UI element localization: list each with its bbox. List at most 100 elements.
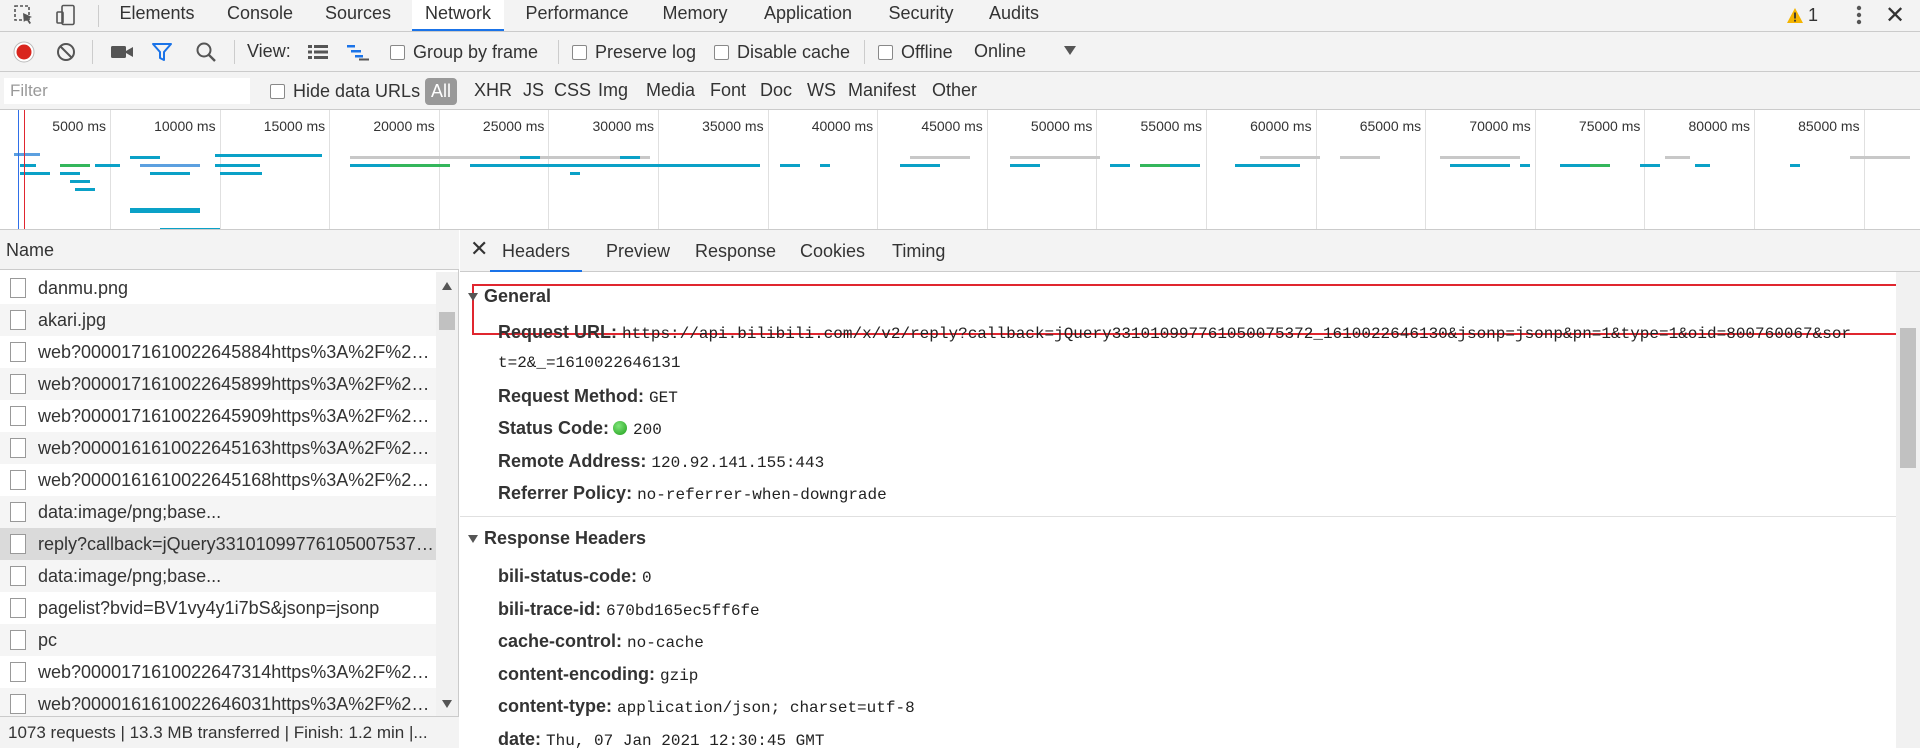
request-row[interactable]: web?0000171610022645899https%3A%2F%2Fww.… (0, 368, 436, 400)
tab-audits[interactable]: Audits (976, 0, 1052, 31)
request-row[interactable]: data:image/png;base... (0, 496, 436, 528)
filter-type-img[interactable]: Img (598, 80, 628, 101)
record-icon[interactable] (10, 38, 38, 66)
inspect-element-icon[interactable] (10, 0, 38, 30)
waterfall-segment (520, 156, 540, 159)
filter-type-ws[interactable]: WS (807, 80, 836, 101)
filter-type-all[interactable]: All (425, 78, 457, 105)
offline-checkbox[interactable]: Offline (878, 42, 953, 63)
chevron-down-icon[interactable] (1064, 46, 1076, 55)
request-row[interactable]: web?0000171610022647314https%3A%2F%2Fww.… (0, 656, 436, 688)
scroll-up-icon[interactable] (442, 282, 452, 290)
group-by-frame-checkbox[interactable]: Group by frame (390, 42, 538, 63)
request-row[interactable]: danmu.png (0, 272, 436, 304)
name-column-header[interactable]: Name (0, 230, 459, 270)
request-row[interactable]: reply?callback=jQuery3310109977610500753… (0, 528, 436, 560)
filter-type-manifest[interactable]: Manifest (848, 80, 916, 101)
filter-type-other[interactable]: Other (932, 80, 977, 101)
waterfall-segment (95, 164, 120, 167)
response-headers-section-header[interactable]: Response Headers (468, 528, 646, 549)
device-toolbar-icon[interactable] (52, 0, 80, 30)
response-header-row: cache-control: no-cache (498, 631, 704, 652)
request-row[interactable]: web?0000161610022645168https%3A%2F%2Fww.… (0, 464, 436, 496)
general-section-header[interactable]: General (468, 286, 551, 307)
request-url-key: Request URL: (498, 322, 618, 342)
network-overview-timeline[interactable]: 5000 ms 10000 ms 15000 ms 20000 ms 25000 ms 3… (0, 110, 1920, 230)
waterfall-segment (1260, 156, 1320, 159)
filter-icon[interactable] (148, 38, 176, 66)
tab-elements[interactable]: Elements (108, 0, 206, 31)
large-request-rows-icon[interactable] (304, 38, 332, 66)
tab-response[interactable]: Response (695, 241, 776, 262)
filter-type-css[interactable]: CSS (554, 80, 591, 101)
time-tick-label: 45000 ms (921, 118, 983, 134)
warnings-counter[interactable]: 1 (1786, 3, 1818, 27)
request-list-scrollbar[interactable] (436, 272, 458, 716)
request-row[interactable]: pc (0, 624, 436, 656)
group-by-frame-label: Group by frame (413, 42, 539, 62)
filter-type-xhr[interactable]: XHR (474, 80, 512, 101)
tab-application[interactable]: Application (750, 0, 866, 31)
expand-triangle-icon (468, 292, 478, 301)
tab-timing[interactable]: Timing (892, 241, 945, 262)
waterfall-segment (1695, 164, 1705, 167)
request-row[interactable]: data:image/png;base... (0, 560, 436, 592)
filter-type-media[interactable]: Media (646, 80, 695, 101)
tab-headers[interactable]: Headers (490, 241, 583, 272)
request-row[interactable]: web?0000161610022646031https%3A%2F%2Fww.… (0, 688, 436, 716)
tab-security[interactable]: Security (876, 0, 966, 31)
clear-icon[interactable] (52, 38, 80, 66)
waterfall-segment (215, 154, 322, 157)
request-name: akari.jpg (38, 309, 107, 330)
preserve-log-label: Preserve log (595, 42, 697, 62)
close-details-icon[interactable]: ✕ (470, 236, 488, 262)
filter-type-font[interactable]: Font (710, 80, 746, 101)
grid-line (1315, 110, 1317, 229)
request-url-row: Request URL: https://api.bilibili.com/x/… (498, 322, 1851, 343)
details-scrollbar[interactable] (1896, 272, 1920, 748)
file-icon (10, 566, 26, 586)
view-label: View: (247, 41, 291, 61)
request-row[interactable]: pagelist?bvid=BV1vy4y1i7bS&jsonp=jsonp (0, 592, 436, 624)
response-header-row: bili-status-code: 0 (498, 566, 652, 587)
request-row[interactable]: akari.jpg (0, 304, 436, 336)
time-tick-label: 10000 ms (154, 118, 216, 134)
grid-line (1644, 110, 1646, 229)
network-toolbar: View: Group by frame Preserve log Disabl… (0, 32, 1920, 72)
show-overview-icon[interactable] (344, 38, 372, 66)
tab-sources[interactable]: Sources (314, 0, 402, 31)
search-icon[interactable] (192, 38, 220, 66)
hide-data-urls-checkbox[interactable]: Hide data URLs (270, 81, 420, 102)
request-row[interactable]: web?000017161002264588​4https%3A%2F%2Fww… (0, 336, 436, 368)
waterfall-segment (1590, 164, 1610, 167)
throttling-select[interactable]: Online (974, 41, 1026, 62)
waterfall-segment (700, 164, 760, 167)
filter-input[interactable] (4, 78, 250, 104)
request-row[interactable]: web?0000171610022645909https%3A%2F%2Fww.… (0, 400, 436, 432)
disable-cache-checkbox[interactable]: Disable cache (714, 42, 850, 63)
preserve-log-checkbox[interactable]: Preserve log (572, 42, 696, 63)
scroll-down-icon[interactable] (442, 700, 452, 708)
file-icon (10, 342, 26, 362)
status-code-row: Status Code: 200 (498, 418, 662, 439)
grid-line (438, 110, 440, 229)
filter-type-js[interactable]: JS (523, 80, 544, 101)
scrollbar-thumb[interactable] (439, 312, 455, 330)
header-value: gzip (660, 666, 699, 685)
filter-type-doc[interactable]: Doc (760, 80, 792, 101)
time-tick-label: 25000 ms (482, 118, 545, 134)
tab-console[interactable]: Console (216, 0, 304, 31)
tab-cookies[interactable]: Cookies (800, 241, 865, 262)
tab-memory[interactable]: Memory (650, 0, 740, 31)
more-options-icon[interactable] (1846, 0, 1872, 30)
close-devtools-icon[interactable]: ✕ (1880, 0, 1910, 30)
waterfall-segment (910, 156, 960, 159)
file-icon (10, 374, 26, 394)
tab-preview[interactable]: Preview (606, 241, 670, 262)
tab-network[interactable]: Network (412, 0, 504, 31)
capture-screenshots-icon[interactable] (108, 38, 136, 66)
scrollbar-thumb[interactable] (1900, 328, 1916, 468)
request-row[interactable]: web?0000161610022645163https%3A%2F%2Fww.… (0, 432, 436, 464)
request-name: web?0000171610022645899https%3A%2F%2Fww.… (38, 373, 436, 394)
tab-performance[interactable]: Performance (514, 0, 640, 31)
